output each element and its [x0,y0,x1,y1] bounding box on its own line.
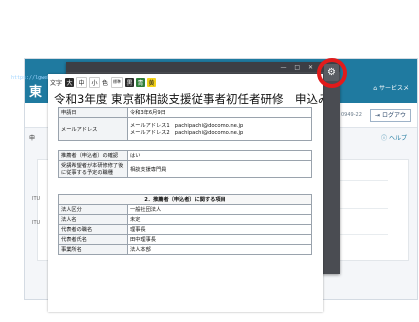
color-black-button[interactable]: 黒 [125,77,135,87]
row-value: 令和3年6月9日 [127,107,312,118]
application-table: 申請日 令和3年6月9日 メールアドレス メールアドレス1 pachipachi… [58,107,312,255]
service-menu-label: サービスメ [378,85,409,92]
row-key: メールアドレス [58,117,128,141]
section-heading: 2．推薦者（申込者）に関する項目 [58,194,312,205]
settings-button[interactable]: ⚙ [324,64,339,81]
row-value: 未定 [127,214,312,225]
form-title: 令和3年度 東京都相談支援従事者初任者研修 申込みフォーム [54,92,323,106]
table-row: 推薦者（申込者）の確認 はい [58,150,312,161]
text-size-large-button[interactable]: 大 [65,77,75,87]
spacer-row [58,177,312,195]
row-key: 法人区分 [58,204,128,215]
window-controls[interactable]: — □ ✕ [280,64,316,71]
row-value: 田中理事長 [127,234,312,245]
color-standard-button[interactable]: 標準 [111,76,124,88]
section-row: 2．推薦者（申込者）に関する項目 [58,194,312,205]
gear-icon: ⚙ [327,67,336,78]
service-menu-link[interactable]: ⌂ サービスメ [373,83,409,92]
row-key: 法人名 [58,214,128,225]
help-link[interactable]: ⓘ ヘルプ [381,133,407,142]
table-row: 代表者氏名 田中理事長 [58,234,312,245]
text-size-label: 文字 [50,79,63,87]
row-key: 受講希望者が本研修修了後に従事する予定の職種 [58,160,128,178]
color-label: 色 [102,79,109,87]
help-icon: ⓘ [381,135,388,142]
row-value: 相談支援専門員 [127,160,312,178]
document-sheet: 文字 大 中 小 色 標準 黒 青 黄 令和3年度 東京都相談支援従事者初任者研… [48,74,323,312]
accessibility-toolbar: 文字 大 中 小 色 標準 黒 青 黄 [50,76,157,88]
color-yellow-button[interactable]: 黄 [147,77,157,87]
logout-icon: ⇥ [375,112,381,119]
spacer-row [58,140,312,151]
viewer-titlebar: — □ ✕ [66,62,340,72]
row-value: 一般社団法人 [127,204,312,215]
card-label-1: ITU [32,196,41,202]
table-row: 事業所名 法人本部 [58,244,312,255]
table-row: 受講希望者が本研修修了後に従事する予定の職種 相談支援専門員 [58,160,312,178]
row-value: メールアドレス1 pachipachi@docomo.ne.jp メールアドレス… [127,117,312,141]
logout-button[interactable]: ⇥ ログアウ [370,109,411,122]
row-key: 推薦者（申込者）の確認 [58,150,128,161]
row-key: 代表者氏名 [58,234,128,245]
table-row: 法人名 未定 [58,214,312,225]
table-row: 代表者の職名 理事長 [58,224,312,235]
table-row: 法人区分 一般社団法人 [58,204,312,215]
spacer [58,140,312,151]
row-key: 申請日 [58,107,128,118]
row-value: 法人本部 [127,244,312,255]
row-value: 理事長 [127,224,312,235]
text-size-small-button[interactable]: 小 [89,76,101,88]
table-row: 申請日 令和3年6月9日 [58,107,312,118]
row-value: はい [127,150,312,161]
spacer [58,177,312,195]
screen: https://lgweb... 東 ⌂ サービスメ 0949-22 ⇥ ログア… [0,0,419,322]
user-number: 0949-22 [341,112,362,118]
page-heading: 申 [29,135,36,142]
text-size-medium-button[interactable]: 中 [76,76,88,88]
row-key: 代表者の職名 [58,224,128,235]
app-brand: 東 [29,85,43,100]
settings-highlight: ⚙ [317,58,347,88]
table-row: メールアドレス メールアドレス1 pachipachi@docomo.ne.jp… [58,117,312,141]
help-label: ヘルプ [388,135,407,142]
card-label-2: ITU [32,220,41,226]
row-key: 事業所名 [58,244,128,255]
color-blue-button[interactable]: 青 [136,77,146,87]
logout-label: ログアウ [381,112,406,119]
